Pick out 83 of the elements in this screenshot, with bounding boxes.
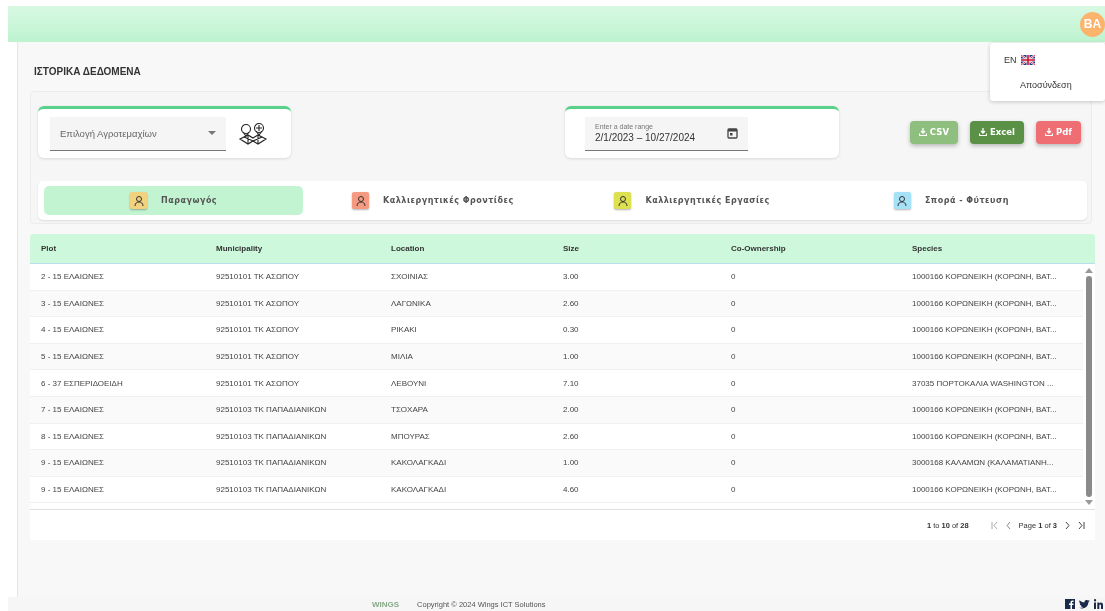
language-option[interactable]: EN bbox=[1004, 55, 1035, 65]
table-cell-text: 2.60 bbox=[563, 298, 580, 308]
table-cell-text: ΛΕΒΟΥΝΙ bbox=[391, 378, 428, 388]
table-cell-text: 92510101 ΤΚ ΑΣΩΠΟΥ bbox=[216, 352, 300, 362]
table-cell-text: 0 bbox=[731, 325, 737, 335]
table-cell-text: 0 bbox=[731, 431, 737, 441]
download-icon bbox=[978, 128, 987, 136]
table-cell-text: 9 - 15 ΕΛΑΙΩΝΕΣ bbox=[41, 458, 105, 468]
table-cell-text: ΜΙΛΙΑ bbox=[391, 352, 414, 362]
table-cell-text: 2.60 bbox=[563, 431, 580, 441]
column-header[interactable]: Co-Ownership bbox=[731, 244, 912, 253]
category-tab[interactable]: Παραγωγός bbox=[44, 186, 304, 215]
table-cell-text: 2 - 15 ΕΛΑΙΩΝΕΣ bbox=[41, 272, 105, 282]
table-cell-text: 7.10 bbox=[563, 378, 580, 388]
table-cell-text: 1000166 ΚΟΡΩΝΕΙΚΗ (ΚΟΡΩΝΗ, ΒΑΤ... bbox=[912, 352, 1058, 362]
table-cell-text: 1000166 ΚΟΡΩΝΕΙΚΗ (ΚΟΡΩΝΗ, ΒΑΤ... bbox=[912, 405, 1058, 415]
column-header[interactable]: Municipality bbox=[216, 244, 391, 253]
table-cell-text: ΛΑΓΩΝΙΚΑ bbox=[391, 298, 432, 308]
table-cell-text: 3.00 bbox=[563, 272, 580, 282]
category-tab[interactable]: Καλλιεργητικές Φροντίδες bbox=[303, 186, 563, 215]
logout-option[interactable]: Αποσύνδεση bbox=[1020, 80, 1072, 90]
table-cell-text: ΚΑΚΟΛΑΓΚΑΔΙ bbox=[391, 485, 448, 495]
dropdown-caret-icon bbox=[208, 131, 216, 135]
table-cell-text: 92510101 ΤΚ ΑΣΩΠΟΥ bbox=[216, 325, 300, 335]
table-cell-text: 92510103 ΤΚ ΠΑΠΑΔΙΑΝΙΚΩΝ bbox=[216, 485, 328, 495]
column-header[interactable]: Species bbox=[912, 244, 1095, 253]
table-cell-text: 92510101 ΤΚ ΑΣΩΠΟΥ bbox=[216, 378, 300, 388]
table-cell-text: 3 - 15 ΕΛΑΙΩΝΕΣ bbox=[41, 298, 105, 308]
map-pins-icon[interactable] bbox=[238, 121, 268, 146]
table-cell-text: 1000166 ΚΟΡΩΝΕΙΚΗ (ΚΟΡΩΝΗ, ΒΑΤ... bbox=[912, 272, 1058, 282]
table-cell-text: ΡΙΚΑΚΙ bbox=[391, 325, 418, 335]
company-logo: WINGS bbox=[372, 599, 400, 609]
table-cell-text: 3000168 ΚΑΛΑΜΩΝ (ΚΑΛΑΜΑΤΙΑΝΗ... bbox=[912, 458, 1055, 468]
table-cell-text: 92510103 ΤΚ ΠΑΠΑΔΙΑΝΙΚΩΝ bbox=[216, 405, 328, 415]
last-page-icon[interactable] bbox=[1078, 521, 1085, 529]
facebook-icon[interactable] bbox=[1065, 599, 1075, 609]
twitter-icon[interactable] bbox=[1079, 599, 1090, 609]
category-tab[interactable]: Σπορά - Φύτευση bbox=[821, 186, 1081, 215]
table-cell-text: 92510101 ΤΚ ΑΣΩΠΟΥ bbox=[216, 272, 300, 282]
table-cell-text: ΚΑΚΟΛΑΓΚΑΔΙ bbox=[391, 458, 448, 468]
page-title: ΙΣΤΟΡΙΚΑ ΔΕΔΟΜΕΝΑ bbox=[34, 66, 142, 77]
table-cell-text: 8 - 15 ΕΛΑΙΩΝΕΣ bbox=[41, 431, 105, 441]
table-cell-text: 0 bbox=[731, 485, 737, 495]
table-cell-text: 6 - 37 ΕΣΠΕΡΙΔΟΕΙΔΗ bbox=[41, 378, 124, 388]
next-page-icon[interactable] bbox=[1065, 521, 1070, 529]
table-cell-text: ΣΧΟΙΝΙΑΣ bbox=[391, 272, 429, 282]
plot-select[interactable]: Επιλογή Αγροτεμαχίων bbox=[50, 116, 226, 151]
table-cell-text: 0 bbox=[731, 298, 737, 308]
export-button[interactable]: Excel bbox=[969, 120, 1024, 144]
table-cell-text: 37035 ΠΟΡΤΟΚΑΛΙΑ WASHINGTON ... bbox=[912, 378, 1055, 388]
table-cell-text: 92510101 ΤΚ ΑΣΩΠΟΥ bbox=[216, 298, 300, 308]
table-cell-text: 0 bbox=[731, 352, 737, 362]
table-cell-text: 4.60 bbox=[563, 485, 580, 495]
previous-page-icon[interactable] bbox=[1005, 521, 1011, 529]
table-cell-text: 4 - 15 ΕΛΑΙΩΝΕΣ bbox=[41, 325, 105, 335]
download-icon bbox=[918, 128, 927, 136]
table-cell-text: 0 bbox=[731, 405, 737, 415]
table-cell-text: 92510103 ΤΚ ΠΑΠΑΔΙΑΝΙΚΩΝ bbox=[216, 458, 328, 468]
table-cell-text: 0 bbox=[731, 458, 737, 468]
download-icon bbox=[1045, 128, 1053, 136]
table-cell-text: ΜΠΟΥΡΑΣ bbox=[391, 431, 431, 441]
table-cell-text: 9 - 15 ΕΛΑΙΩΝΕΣ bbox=[41, 485, 105, 495]
flag-icon bbox=[1020, 55, 1035, 65]
column-header[interactable]: Plot bbox=[41, 244, 216, 253]
table-cell-text: 1000166 ΚΟΡΩΝΕΙΚΗ (ΚΟΡΩΝΗ, ΒΑΤ... bbox=[912, 485, 1058, 495]
table-cell-text: 1.00 bbox=[563, 458, 580, 468]
table-cell-text: ΤΣΟΧΑΡΑ bbox=[391, 405, 429, 415]
table-cell-text: 0 bbox=[731, 272, 737, 282]
table-cell-text: 1000166 ΚΟΡΩΝΕΙΚΗ (ΚΟΡΩΝΗ, ΒΑΤ... bbox=[912, 298, 1058, 308]
table-cell-text: 1000166 ΚΟΡΩΝΕΙΚΗ (ΚΟΡΩΝΗ, ΒΑΤ... bbox=[912, 325, 1058, 335]
column-header[interactable]: Location bbox=[391, 244, 563, 253]
linkedin-icon[interactable] bbox=[1094, 599, 1103, 609]
table-cell-text: 7 - 15 ΕΛΑΙΩΝΕΣ bbox=[41, 405, 105, 415]
table-cell-text: 0.30 bbox=[563, 325, 580, 335]
table-cell-text: 92510103 ΤΚ ΠΑΠΑΔΙΑΝΙΚΩΝ bbox=[216, 431, 328, 441]
table-cell-text: 5 - 15 ΕΛΑΙΩΝΕΣ bbox=[41, 352, 105, 362]
column-header[interactable]: Size bbox=[563, 244, 731, 253]
table-cell-text: 0 bbox=[731, 378, 737, 388]
table-cell-text: 1000166 ΚΟΡΩΝΕΙΚΗ (ΚΟΡΩΝΗ, ΒΑΤ... bbox=[912, 431, 1058, 441]
calendar-icon[interactable] bbox=[727, 127, 738, 139]
table-cell-text: 2.00 bbox=[563, 405, 580, 415]
category-tab[interactable]: Καλλιεργητικές Εργασίες bbox=[562, 186, 822, 215]
table-cell-text: 1.00 bbox=[563, 352, 580, 362]
